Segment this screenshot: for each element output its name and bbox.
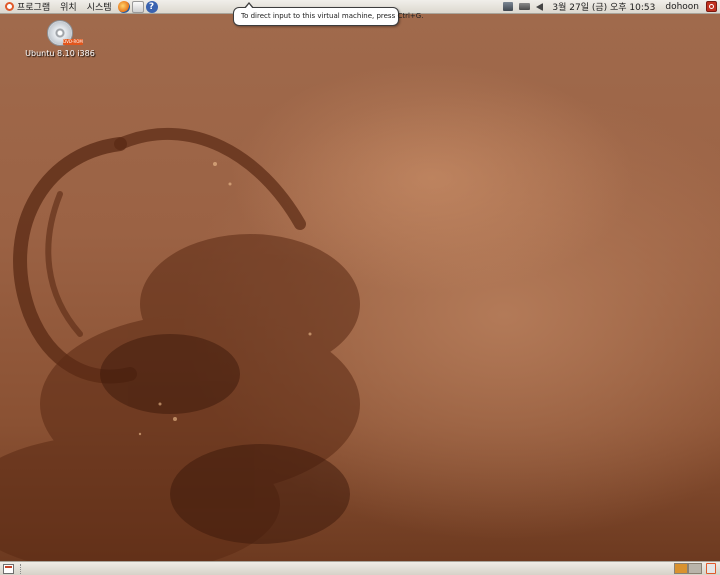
show-desktop-icon[interactable] [3, 563, 14, 574]
desktop-icon-dvd[interactable]: DVD-ROM Ubuntu 8.10 i386 [20, 20, 100, 59]
panel-grip[interactable] [20, 563, 23, 574]
firefox-icon[interactable] [117, 0, 130, 13]
clock[interactable]: 3월 27일 (금) 오후 10:53 [546, 0, 661, 13]
dvd-badge: DVD-ROM [63, 39, 83, 45]
power-icon[interactable] [706, 1, 717, 12]
desktop-icon-label: Ubuntu 8.10 i386 [25, 49, 95, 58]
user-menu[interactable]: dohoon [661, 2, 703, 12]
volume-icon[interactable] [536, 2, 544, 11]
menu-system-label: 시스템 [86, 3, 112, 13]
vm-input-tooltip: To direct input to this virtual machine,… [233, 2, 423, 26]
main-menu: 프로그램 위치 시스템 ? [0, 0, 159, 14]
menu-system[interactable]: 시스템 [82, 0, 117, 14]
battery-icon[interactable] [519, 3, 531, 10]
menu-applications-label: 프로그램 [17, 3, 51, 13]
menu-places-label: 위치 [60, 3, 77, 13]
help-icon[interactable]: ? [145, 0, 158, 13]
panel-tray-area: 3월 27일 (금) 오후 10:53 dohoon [500, 0, 720, 14]
ubuntu-logo-icon [5, 2, 14, 11]
dvd-disc-icon: DVD-ROM [47, 20, 83, 46]
workspace-2[interactable] [688, 563, 702, 574]
network-icon[interactable] [503, 2, 514, 11]
menu-places[interactable]: 위치 [55, 0, 82, 14]
workspace-switcher [674, 563, 720, 574]
desktop[interactable]: DVD-ROM Ubuntu 8.10 i386 [0, 14, 720, 561]
menu-applications[interactable]: 프로그램 [0, 0, 55, 14]
trash-icon[interactable] [706, 563, 716, 574]
mail-icon[interactable] [131, 0, 144, 13]
bottom-panel [0, 561, 720, 575]
wallpaper-art [0, 128, 360, 561]
workspace-1[interactable] [674, 563, 688, 574]
